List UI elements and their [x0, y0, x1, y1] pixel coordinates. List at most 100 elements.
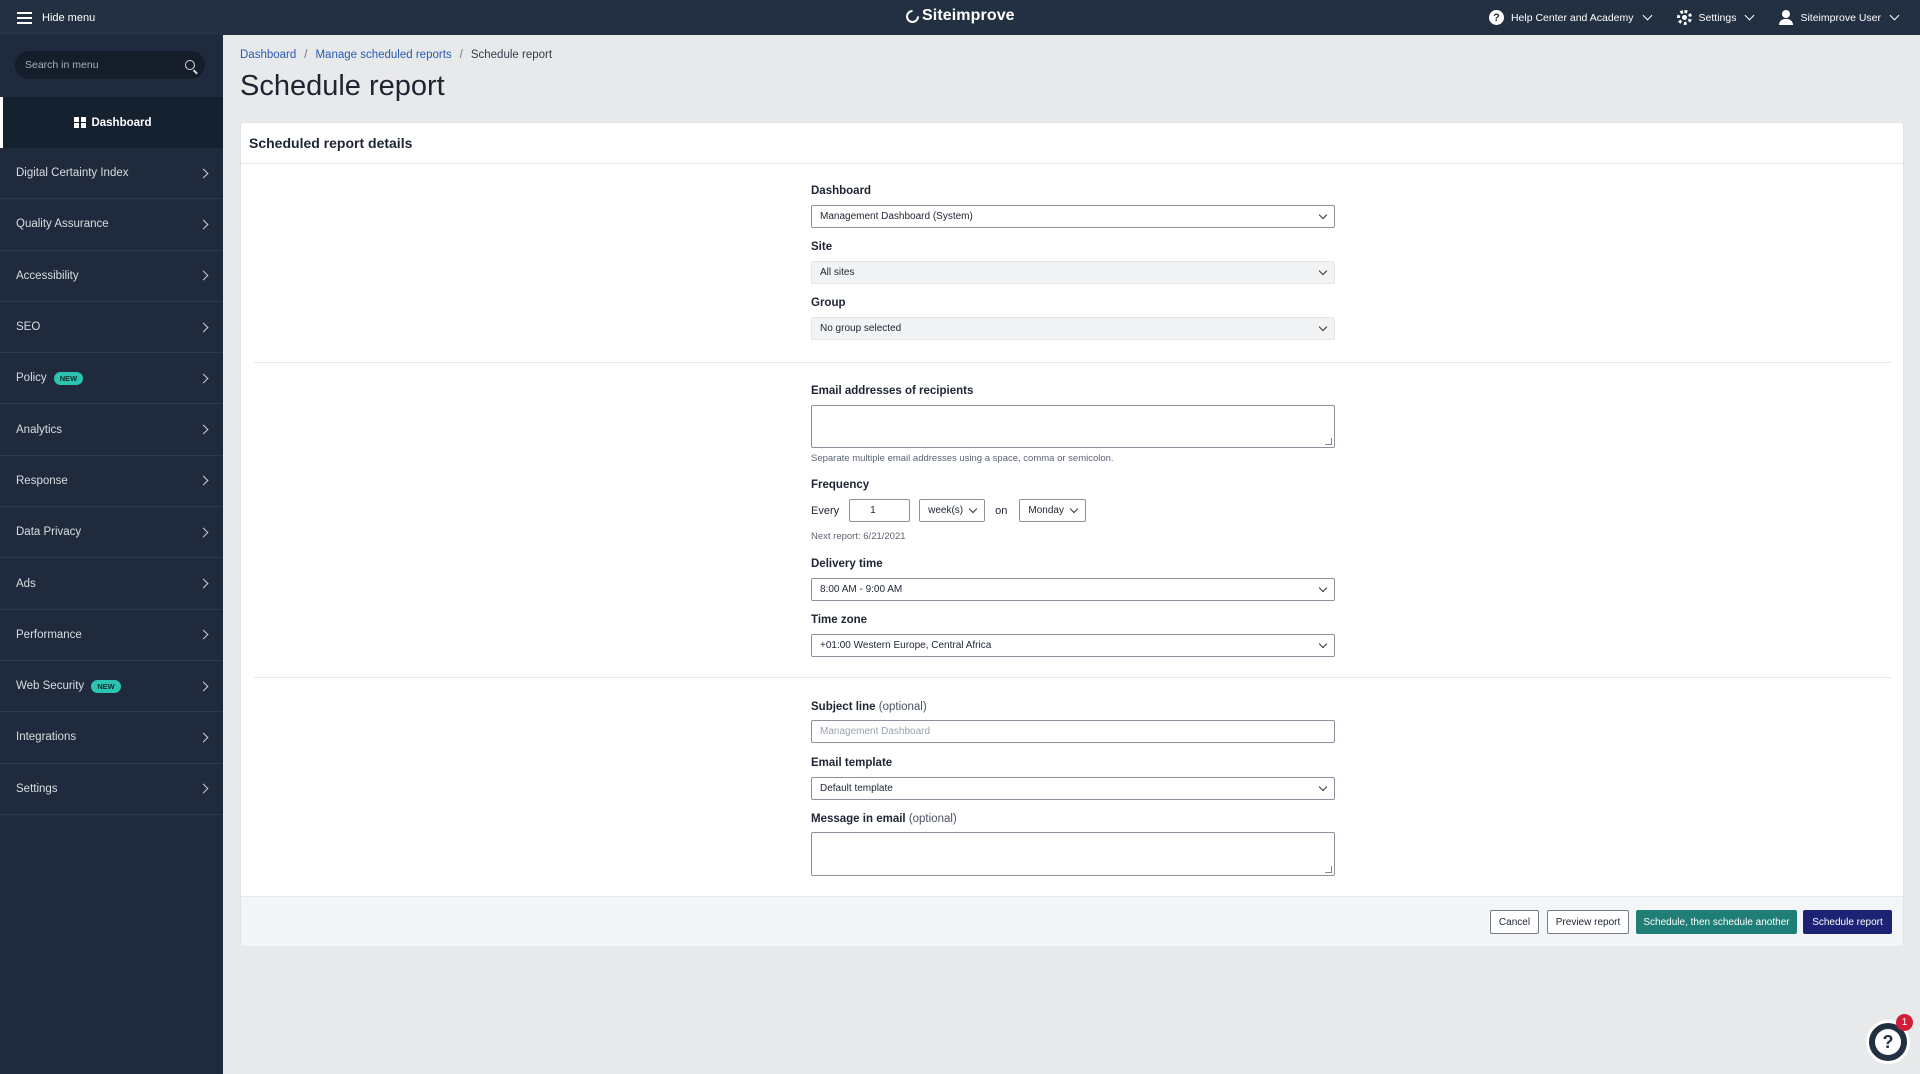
- settings-label: Settings: [1698, 11, 1737, 24]
- delivery-time-select[interactable]: 8:00 AM - 9:00 AM: [811, 578, 1335, 601]
- preview-report-button[interactable]: Preview report: [1547, 910, 1629, 934]
- sidebar-item-label: SEO: [16, 321, 41, 334]
- sidebar-item-digital-certainty-index[interactable]: Digital Certainty Index: [0, 148, 223, 200]
- chevron-right-icon: [198, 527, 209, 538]
- frequency-number-value: 1: [870, 505, 876, 516]
- emails-textarea[interactable]: [811, 405, 1335, 448]
- site-select[interactable]: All sites: [811, 261, 1335, 284]
- scheduled-report-card: Scheduled report details Dashboard Manag…: [240, 122, 1904, 946]
- message-textarea[interactable]: [811, 832, 1335, 876]
- card-title: Scheduled report details: [241, 123, 1903, 164]
- on-label: on: [995, 504, 1008, 517]
- sidebar-search-input[interactable]: Search in menu: [15, 51, 205, 79]
- emails-hint: Separate multiple email addresses using …: [811, 453, 1114, 464]
- dashboard-select[interactable]: Management Dashboard (System): [811, 205, 1335, 228]
- breadcrumb-current: Schedule report: [470, 49, 553, 61]
- frequency-number-input[interactable]: 1: [849, 499, 911, 522]
- sidebar-item-label: Web Security: [16, 680, 85, 693]
- cancel-button[interactable]: Cancel: [1490, 910, 1539, 934]
- breadcrumb: Dashboard / Manage scheduled reports / S…: [240, 49, 552, 61]
- breadcrumb-dashboard-link[interactable]: Dashboard: [240, 49, 296, 61]
- hide-menu-button[interactable]: Hide menu: [0, 11, 222, 24]
- user-menu[interactable]: Siteimprove User: [1779, 10, 1900, 25]
- frequency-unit-select[interactable]: week(s): [919, 499, 986, 522]
- chevron-down-icon: [1318, 266, 1328, 276]
- breadcrumb-separator: /: [304, 49, 308, 61]
- sidebar-item-dashboard[interactable]: Dashboard: [0, 97, 223, 148]
- sidebar-item-integrations[interactable]: Integrations: [0, 712, 223, 764]
- breadcrumb-separator: /: [459, 49, 463, 61]
- sidebar-item-accessibility[interactable]: Accessibility: [0, 251, 223, 302]
- sidebar-item-label: Response: [16, 474, 68, 487]
- brand-name: Siteimprove: [922, 7, 1015, 24]
- schedule-another-button[interactable]: Schedule, then schedule another: [1636, 910, 1797, 934]
- dashboard-label: Dashboard: [811, 185, 872, 197]
- sidebar-item-policy[interactable]: Policy NEW: [0, 353, 223, 405]
- chevron-down-icon: [1745, 10, 1755, 21]
- help-center-label: Help Center and Academy: [1510, 11, 1634, 24]
- sidebar-item-web-security[interactable]: Web Security NEW: [0, 661, 223, 713]
- chevron-down-icon: [1318, 583, 1328, 593]
- message-label: Message in email (optional): [811, 813, 957, 825]
- settings-menu[interactable]: Settings: [1676, 10, 1755, 25]
- sidebar-item-response[interactable]: Response: [0, 456, 223, 508]
- sidebar-item-seo[interactable]: SEO: [0, 302, 223, 354]
- group-select[interactable]: No group selected: [811, 317, 1335, 340]
- sidebar-item-label: Integrations: [16, 731, 77, 744]
- search-icon[interactable]: [185, 60, 195, 70]
- brand-logo[interactable]: Siteimprove: [903, 6, 1015, 26]
- timezone-value: +01:00 Western Europe, Central Africa: [820, 640, 992, 651]
- frequency-day-select[interactable]: Monday: [1019, 499, 1086, 522]
- breadcrumb-manage-reports-link[interactable]: Manage scheduled reports: [315, 49, 451, 61]
- section-divider: [254, 677, 1892, 678]
- notification-badge: 1: [1896, 1014, 1913, 1031]
- optional-text: (optional): [878, 701, 927, 713]
- email-template-label: Email template: [811, 757, 893, 769]
- email-template-value: Default template: [820, 783, 893, 794]
- chevron-down-icon: [1318, 210, 1328, 220]
- sidebar-item-label: Performance: [16, 628, 82, 641]
- timezone-label: Time zone: [811, 614, 868, 626]
- timezone-select[interactable]: +01:00 Western Europe, Central Africa: [811, 634, 1335, 657]
- frequency-row: Every 1 week(s) on Monday: [811, 499, 1086, 522]
- dashboard-icon: [74, 116, 86, 129]
- section-divider: [254, 362, 1892, 363]
- emails-label: Email addresses of recipients: [811, 385, 974, 397]
- sidebar-item-analytics[interactable]: Analytics: [0, 404, 223, 456]
- sidebar-item-data-privacy[interactable]: Data Privacy: [0, 507, 223, 559]
- chevron-down-icon: [1318, 322, 1328, 332]
- schedule-report-button[interactable]: Schedule report: [1803, 910, 1892, 934]
- sidebar-item-settings[interactable]: Settings: [0, 764, 223, 815]
- chevron-down-icon: [1069, 504, 1079, 514]
- chevron-right-icon: [198, 475, 209, 486]
- card-footer: Cancel Preview report Schedule, then sch…: [241, 896, 1903, 946]
- subject-line-label: Subject line (optional): [811, 701, 927, 713]
- sidebar-item-quality-assurance[interactable]: Quality Assurance: [0, 199, 223, 251]
- sidebar-item-ads[interactable]: Ads: [0, 558, 223, 610]
- sidebar-item-label: Policy: [16, 372, 47, 385]
- help-center-menu[interactable]: ? Help Center and Academy: [1488, 10, 1652, 25]
- chevron-right-icon: [198, 629, 209, 640]
- hide-menu-label: Hide menu: [42, 11, 96, 24]
- email-template-select[interactable]: Default template: [811, 777, 1335, 800]
- hamburger-icon: [17, 11, 32, 24]
- sidebar-item-label: Quality Assurance: [16, 218, 109, 231]
- chevron-right-icon: [198, 732, 209, 743]
- chevron-right-icon: [198, 270, 209, 281]
- subject-line-input[interactable]: Management Dashboard: [811, 720, 1335, 743]
- chevron-right-icon: [198, 322, 209, 332]
- dashboard-select-value: Management Dashboard (System): [820, 211, 973, 222]
- sidebar-item-performance[interactable]: Performance: [0, 610, 223, 661]
- new-badge: NEW: [53, 371, 84, 385]
- group-label: Group: [811, 297, 846, 309]
- message-label-text: Message in email: [811, 813, 906, 825]
- search-placeholder: Search in menu: [25, 59, 99, 71]
- top-bar: Hide menu Siteimprove ? Help Center and …: [0, 0, 1920, 35]
- subject-line-label-text: Subject line: [811, 701, 876, 713]
- sidebar: Search in menu Dashboard Digital Certain…: [0, 35, 223, 1074]
- question-icon: ?: [1875, 1029, 1901, 1055]
- next-report-text: Next report: 6/21/2021: [811, 531, 906, 542]
- question-icon: ?: [1488, 10, 1504, 25]
- sidebar-item-label: Accessibility: [16, 269, 79, 282]
- site-label: Site: [811, 241, 833, 253]
